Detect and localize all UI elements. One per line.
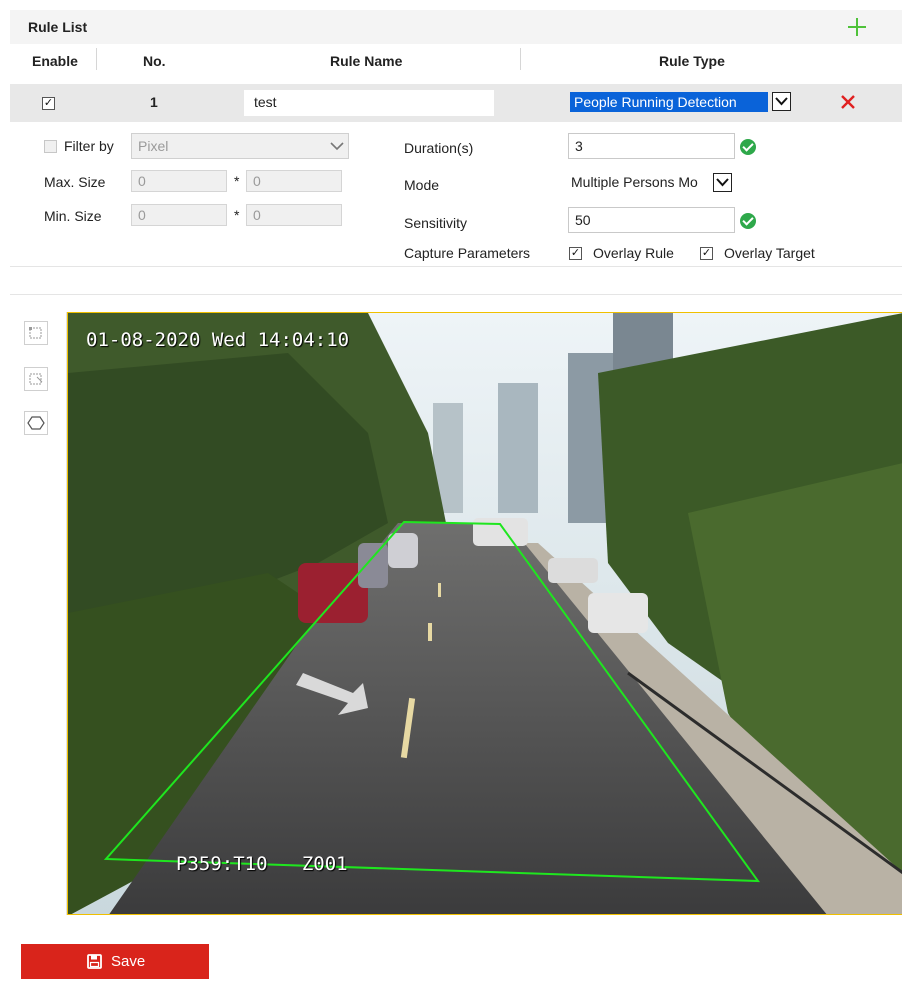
divider xyxy=(10,266,902,267)
draw-area-icon[interactable] xyxy=(24,321,48,345)
max-size-label: Max. Size xyxy=(44,174,106,190)
duration-label: Duration(s) xyxy=(404,140,474,156)
valid-check-icon xyxy=(740,139,756,155)
chevron-down-icon[interactable] xyxy=(772,92,791,111)
rule-type-value: People Running Detection xyxy=(570,92,768,112)
overlay-target-checkbox[interactable]: ✓ xyxy=(700,247,713,260)
rule-number: 1 xyxy=(150,94,158,110)
sensitivity-label: Sensitivity xyxy=(404,215,468,231)
min-size-height-input[interactable]: 0 xyxy=(246,204,342,226)
col-divider xyxy=(96,48,97,70)
col-divider xyxy=(520,48,521,70)
times-sign: * xyxy=(234,207,240,223)
overlay-rule-label: Overlay Rule xyxy=(593,245,674,261)
valid-check-icon xyxy=(740,213,756,229)
col-enable: Enable xyxy=(32,53,78,69)
live-view[interactable]: 01-08-2020 Wed 14:04:10 P359:T10 Z001 xyxy=(67,312,902,915)
min-size-width-input[interactable]: 0 xyxy=(131,204,227,226)
rule-row[interactable]: ✓ 1 test People Running Detection xyxy=(10,84,902,122)
rule-name-value: test xyxy=(254,94,277,110)
filter-by-label: Filter by xyxy=(64,138,114,154)
filter-by-value: Pixel xyxy=(138,138,169,154)
drawing-toolbar xyxy=(10,312,67,915)
rule-enable-checkbox[interactable]: ✓ xyxy=(42,97,55,110)
col-no: No. xyxy=(143,53,166,69)
rule-list-title: Rule List xyxy=(28,19,88,35)
col-rule-type: Rule Type xyxy=(659,53,725,69)
mode-select[interactable]: Multiple Persons Mo xyxy=(568,170,736,196)
osd-timestamp: 01-08-2020 Wed 14:04:10 xyxy=(86,329,350,351)
capture-parameters-label: Capture Parameters xyxy=(404,245,531,261)
save-icon xyxy=(87,954,102,969)
osd-bottom: P359:T10 Z001 xyxy=(176,853,348,875)
filter-by-checkbox[interactable] xyxy=(44,140,57,153)
divider xyxy=(10,294,902,295)
rule-name-input[interactable]: test xyxy=(244,90,494,116)
camera-scene xyxy=(68,313,902,914)
col-rule-name: Rule Name xyxy=(330,53,403,69)
mode-label: Mode xyxy=(404,177,440,193)
rule-list-header: Rule List xyxy=(10,10,902,44)
chevron-down-icon[interactable] xyxy=(713,173,732,192)
max-size-height-input[interactable]: 0 xyxy=(246,170,342,192)
rule-type-select[interactable]: People Running Detection xyxy=(566,90,795,114)
chevron-down-icon xyxy=(330,142,344,151)
mode-value: Multiple Persons Mo xyxy=(571,174,698,190)
polygon-icon[interactable] xyxy=(24,411,48,435)
times-sign: * xyxy=(234,173,240,189)
filter-by-select[interactable]: Pixel xyxy=(131,133,349,159)
overlay-rule-checkbox[interactable]: ✓ xyxy=(569,247,582,260)
save-button[interactable]: Save xyxy=(21,944,209,979)
min-size-label: Min. Size xyxy=(44,208,102,224)
overlay-target-label: Overlay Target xyxy=(724,245,815,261)
save-label: Save xyxy=(111,953,146,970)
duration-input[interactable]: 3 xyxy=(568,133,735,159)
clear-area-icon[interactable] xyxy=(24,367,48,391)
delete-rule-icon[interactable] xyxy=(840,94,856,110)
max-size-width-input[interactable]: 0 xyxy=(131,170,227,192)
add-rule-icon[interactable] xyxy=(848,18,866,36)
sensitivity-input[interactable]: 50 xyxy=(568,207,735,233)
